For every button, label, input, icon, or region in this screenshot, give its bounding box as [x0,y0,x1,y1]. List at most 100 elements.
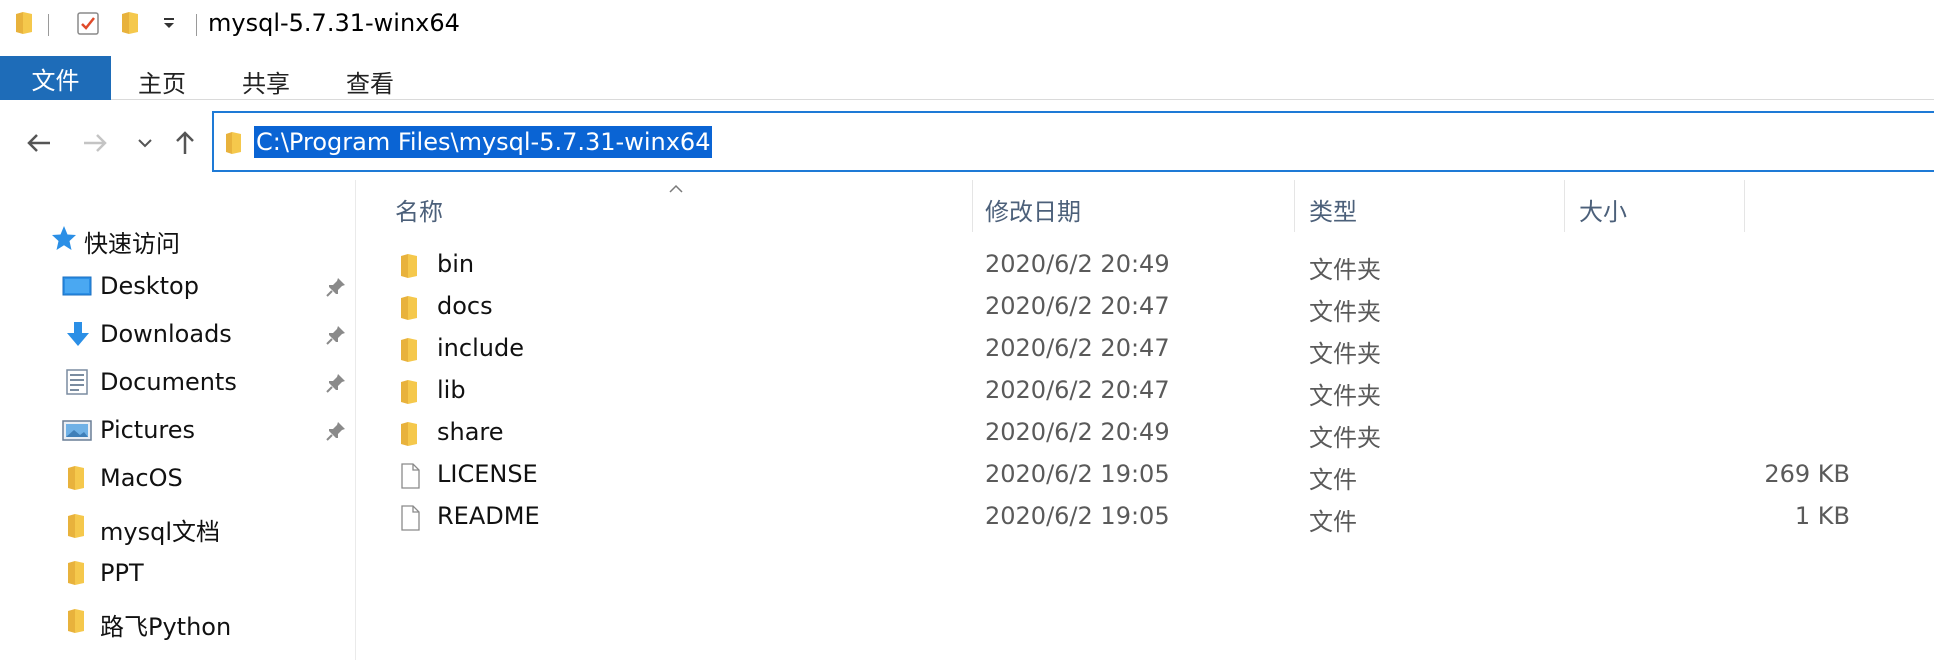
recent-locations-button[interactable] [128,126,162,160]
sidebar-item-desktop[interactable]: Desktop [0,263,356,309]
file-type: 文件 [1309,466,1357,494]
file-icon [399,504,425,532]
file-date: 2020/6/2 20:47 [985,334,1170,362]
folder-icon [66,559,94,587]
folder-icon [66,607,94,635]
up-arrow-icon [176,131,194,154]
sidebar-item-label: Downloads [100,320,232,348]
table-row[interactable]: bin 2020/6/2 20:49 文件夹 [357,244,1934,286]
column-header-type[interactable]: 类型 [1295,180,1565,232]
sidebar-quick-access[interactable]: 快速访问 [0,215,356,261]
navigation-bar: C:\Program Files\mysql-5.7.31-winx64 [0,100,1934,180]
column-header-label: 修改日期 [985,198,1081,226]
file-date: 2020/6/2 19:05 [985,502,1170,530]
forward-arrow-icon [84,134,107,152]
tab-file[interactable]: 文件 [0,56,111,100]
tab-share[interactable]: 共享 [242,64,290,99]
sidebar-item-label: MacOS [100,464,183,492]
file-date: 2020/6/2 20:47 [985,292,1170,320]
file-date: 2020/6/2 20:49 [985,250,1170,278]
window-title: mysql-5.7.31-winx64 [208,9,460,37]
sidebar-item-ppt[interactable]: PPT [0,550,356,596]
column-header-label: 大小 [1579,198,1627,226]
desktop-icon [62,272,92,300]
file-size: 269 KB [1764,460,1850,488]
file-name: share [437,418,504,446]
folder-icon [399,420,425,448]
sidebar-item-pictures[interactable]: Pictures [0,407,356,453]
column-header-label: 名称 [395,198,443,226]
file-type: 文件夹 [1309,424,1381,452]
folder-icon [66,464,94,492]
column-header-date[interactable]: 修改日期 [973,180,1295,232]
column-header-label: 类型 [1309,198,1357,226]
file-list: 名称 修改日期 类型 大小 bin 2020/6/2 20:49 文件夹 doc… [357,180,1934,660]
table-row[interactable]: docs 2020/6/2 20:47 文件夹 [357,286,1934,328]
chevron-down-icon [138,139,152,148]
address-bar[interactable]: C:\Program Files\mysql-5.7.31-winx64 [212,111,1934,172]
folder-icon [399,252,425,280]
file-type: 文件夹 [1309,382,1381,410]
sidebar-item-label: PPT [100,559,144,587]
forward-button[interactable] [78,126,112,160]
column-header-size[interactable]: 大小 [1565,180,1745,232]
file-date: 2020/6/2 20:49 [985,418,1170,446]
file-date: 2020/6/2 19:05 [985,460,1170,488]
file-date: 2020/6/2 20:47 [985,376,1170,404]
sidebar-item-label: Documents [100,368,237,396]
download-arrow-icon [64,320,92,348]
table-row[interactable]: lib 2020/6/2 20:47 文件夹 [357,370,1934,412]
file-name: LICENSE [437,460,538,488]
pin-icon[interactable] [324,371,348,395]
column-header-name[interactable]: 名称 [357,180,973,232]
file-type: 文件夹 [1309,298,1381,326]
sidebar-item-lufei-python[interactable]: 路飞Python [0,598,356,644]
folder-icon [66,512,94,540]
folder-icon [399,294,425,322]
file-name: bin [437,250,475,278]
file-type: 文件夹 [1309,256,1381,284]
pin-icon[interactable] [324,275,348,299]
properties-icon[interactable] [76,10,99,36]
toolbar-separator [196,14,197,36]
up-button[interactable] [168,126,202,160]
title-bar: mysql-5.7.31-winx64 [0,0,1934,44]
file-type: 文件夹 [1309,340,1381,368]
pictures-icon [62,416,92,444]
sidebar-item-label: Desktop [100,272,199,300]
sidebar-item-documents[interactable]: Documents [0,359,356,405]
pin-icon[interactable] [324,419,348,443]
ribbon-tabs: 文件 主页 共享 查看 [0,56,1934,100]
file-name: README [437,502,540,530]
table-row[interactable]: README 2020/6/2 19:05 文件 1 KB [357,496,1934,538]
tab-view[interactable]: 查看 [346,64,394,99]
table-row[interactable]: LICENSE 2020/6/2 19:05 文件 269 KB [357,454,1934,496]
sidebar-item-label: mysql文档 [100,518,220,546]
folder-icon [224,130,244,156]
back-button[interactable] [22,126,56,160]
sidebar-item-mysql-docs[interactable]: mysql文档 [0,503,356,549]
file-size: 1 KB [1794,502,1850,530]
star-icon [50,224,78,252]
sidebar-item-macos[interactable]: MacOS [0,455,356,501]
sidebar-item-label: 路飞Python [100,613,232,641]
pin-icon[interactable] [324,323,348,347]
file-name: lib [437,376,466,404]
customize-toolbar-icon[interactable] [160,14,182,40]
new-folder-icon[interactable] [120,10,142,36]
document-icon [64,368,92,396]
sidebar-quick-access-label: 快速访问 [84,230,180,258]
sidebar-item-label: Pictures [100,416,196,444]
folder-icon [399,336,425,364]
sidebar-item-downloads[interactable]: Downloads [0,311,356,357]
table-row[interactable]: include 2020/6/2 20:47 文件夹 [357,328,1934,370]
folder-icon [399,378,425,406]
file-type: 文件 [1309,508,1357,536]
folder-icon[interactable] [14,10,36,36]
table-row[interactable]: share 2020/6/2 20:49 文件夹 [357,412,1934,454]
tab-home[interactable]: 主页 [138,64,186,99]
sort-ascending-icon [667,180,685,193]
address-path[interactable]: C:\Program Files\mysql-5.7.31-winx64 [254,126,713,158]
file-name: include [437,334,524,362]
navigation-pane: 快速访问 Desktop Downloads Documents Picture… [0,180,356,660]
